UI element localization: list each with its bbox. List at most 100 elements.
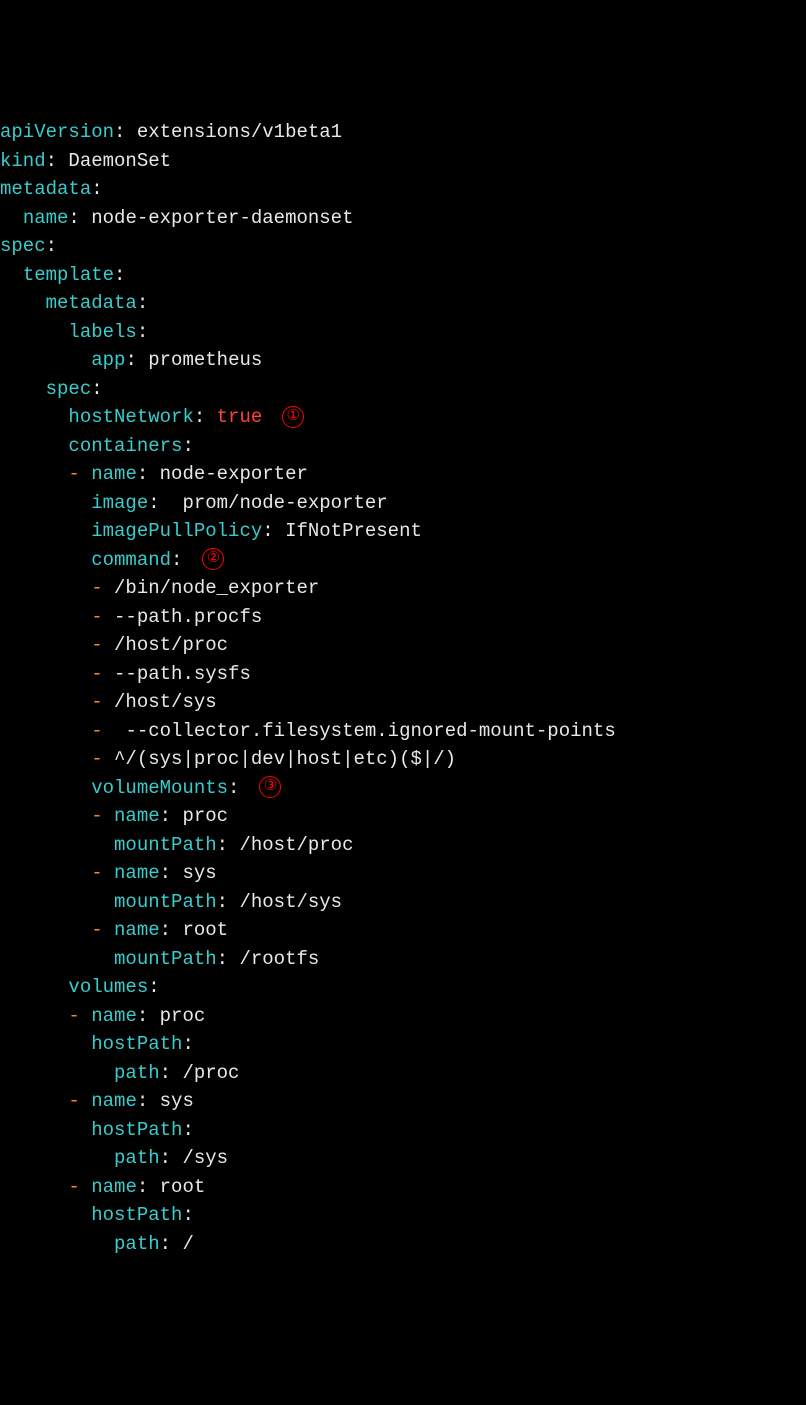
yaml-value: proc bbox=[182, 805, 228, 827]
yaml-key: volumeMounts bbox=[91, 777, 228, 799]
yaml-value: --path.sysfs bbox=[114, 663, 251, 685]
yaml-key: image bbox=[91, 492, 148, 514]
yaml-value: --collector.filesystem.ignored-mount-poi… bbox=[125, 720, 615, 742]
yaml-sep: : bbox=[148, 492, 182, 514]
yaml-key: name bbox=[114, 862, 160, 884]
code-line: - name: proc bbox=[0, 1002, 806, 1031]
yaml-sep: : bbox=[182, 1033, 193, 1055]
yaml-key: template bbox=[23, 264, 114, 286]
yaml-key: command bbox=[91, 549, 171, 571]
yaml-value: node-exporter-daemonset bbox=[91, 207, 353, 229]
yaml-key: name bbox=[91, 463, 137, 485]
yaml-sep: : bbox=[148, 976, 159, 998]
list-dash: - bbox=[91, 805, 114, 827]
yaml-key: containers bbox=[68, 435, 182, 457]
annotation-marker: ② bbox=[202, 548, 224, 570]
code-line: mountPath: /rootfs bbox=[0, 945, 806, 974]
list-dash: - bbox=[68, 1176, 91, 1198]
list-dash: - bbox=[91, 919, 114, 941]
yaml-value: /sys bbox=[182, 1147, 228, 1169]
yaml-value: DaemonSet bbox=[68, 150, 171, 172]
yaml-sep: : bbox=[182, 1204, 193, 1226]
yaml-key: hostPath bbox=[91, 1033, 182, 1055]
yaml-sep: : bbox=[160, 1147, 183, 1169]
yaml-key: hostPath bbox=[91, 1204, 182, 1226]
code-line: hostPath: bbox=[0, 1030, 806, 1059]
list-dash: - bbox=[91, 634, 114, 656]
yaml-key: path bbox=[114, 1233, 160, 1255]
list-dash: - bbox=[91, 691, 114, 713]
yaml-sep: : bbox=[137, 463, 160, 485]
yaml-value: / bbox=[182, 1233, 193, 1255]
yaml-key: spec bbox=[46, 378, 92, 400]
code-line: name: node-exporter-daemonset bbox=[0, 204, 806, 233]
code-line: volumeMounts: ③ bbox=[0, 774, 806, 803]
yaml-key: hostNetwork bbox=[68, 406, 193, 428]
yaml-value: root bbox=[182, 919, 228, 941]
yaml-key: apiVersion bbox=[0, 121, 114, 143]
yaml-value: prom/node-exporter bbox=[182, 492, 387, 514]
code-line: metadata: bbox=[0, 289, 806, 318]
yaml-key: mountPath bbox=[114, 891, 217, 913]
code-line: - name: node-exporter bbox=[0, 460, 806, 489]
yaml-sep: : bbox=[171, 549, 182, 571]
code-line: template: bbox=[0, 261, 806, 290]
list-dash: - bbox=[91, 748, 114, 770]
code-line: command: ② bbox=[0, 546, 806, 575]
code-line: path: / bbox=[0, 1230, 806, 1259]
yaml-sep: : bbox=[228, 777, 239, 799]
yaml-value: /host/proc bbox=[114, 634, 228, 656]
yaml-sep: : bbox=[46, 235, 57, 257]
code-line: spec: bbox=[0, 375, 806, 404]
yaml-sep: : bbox=[160, 1233, 183, 1255]
annotation-marker: ③ bbox=[259, 776, 281, 798]
yaml-value: root bbox=[160, 1176, 206, 1198]
yaml-sep: : bbox=[160, 805, 183, 827]
yaml-value: IfNotPresent bbox=[285, 520, 422, 542]
yaml-key: volumes bbox=[68, 976, 148, 998]
code-line: hostPath: bbox=[0, 1201, 806, 1230]
code-line: apiVersion: extensions/v1beta1 bbox=[0, 118, 806, 147]
code-line: app: prometheus bbox=[0, 346, 806, 375]
yaml-sep: : bbox=[182, 1119, 193, 1141]
yaml-value: sys bbox=[182, 862, 216, 884]
code-line: - name: sys bbox=[0, 1087, 806, 1116]
code-line: hostNetwork: true① bbox=[0, 403, 806, 432]
yaml-value: /host/sys bbox=[239, 891, 342, 913]
list-dash: - bbox=[68, 1090, 91, 1112]
yaml-value: sys bbox=[160, 1090, 194, 1112]
yaml-key: mountPath bbox=[114, 948, 217, 970]
yaml-sep: : bbox=[137, 1176, 160, 1198]
yaml-sep: : bbox=[182, 435, 193, 457]
yaml-value: /host/sys bbox=[114, 691, 217, 713]
yaml-key: name bbox=[91, 1005, 137, 1027]
code-line: path: /sys bbox=[0, 1144, 806, 1173]
code-line: - /host/proc bbox=[0, 631, 806, 660]
code-line: spec: bbox=[0, 232, 806, 261]
yaml-sep: : bbox=[125, 349, 148, 371]
yaml-sep: : bbox=[91, 178, 102, 200]
yaml-sep: : bbox=[160, 919, 183, 941]
list-dash: - bbox=[91, 606, 114, 628]
code-line: imagePullPolicy: IfNotPresent bbox=[0, 517, 806, 546]
code-line: - --path.sysfs bbox=[0, 660, 806, 689]
list-dash: - bbox=[91, 862, 114, 884]
yaml-sep: : bbox=[114, 264, 125, 286]
yaml-sep: : bbox=[68, 207, 91, 229]
yaml-sep: : bbox=[217, 891, 240, 913]
code-line: - --collector.filesystem.ignored-mount-p… bbox=[0, 717, 806, 746]
list-dash: - bbox=[91, 720, 125, 742]
yaml-key: hostPath bbox=[91, 1119, 182, 1141]
yaml-value: proc bbox=[160, 1005, 206, 1027]
list-dash: - bbox=[91, 577, 114, 599]
code-line: - name: root bbox=[0, 916, 806, 945]
list-dash: - bbox=[91, 663, 114, 685]
code-line: path: /proc bbox=[0, 1059, 806, 1088]
code-line: - name: sys bbox=[0, 859, 806, 888]
yaml-bool: true bbox=[217, 406, 263, 428]
code-line: - /bin/node_exporter bbox=[0, 574, 806, 603]
yaml-key: labels bbox=[68, 321, 136, 343]
yaml-sep: : bbox=[217, 948, 240, 970]
yaml-value: --path.procfs bbox=[114, 606, 262, 628]
code-line: hostPath: bbox=[0, 1116, 806, 1145]
